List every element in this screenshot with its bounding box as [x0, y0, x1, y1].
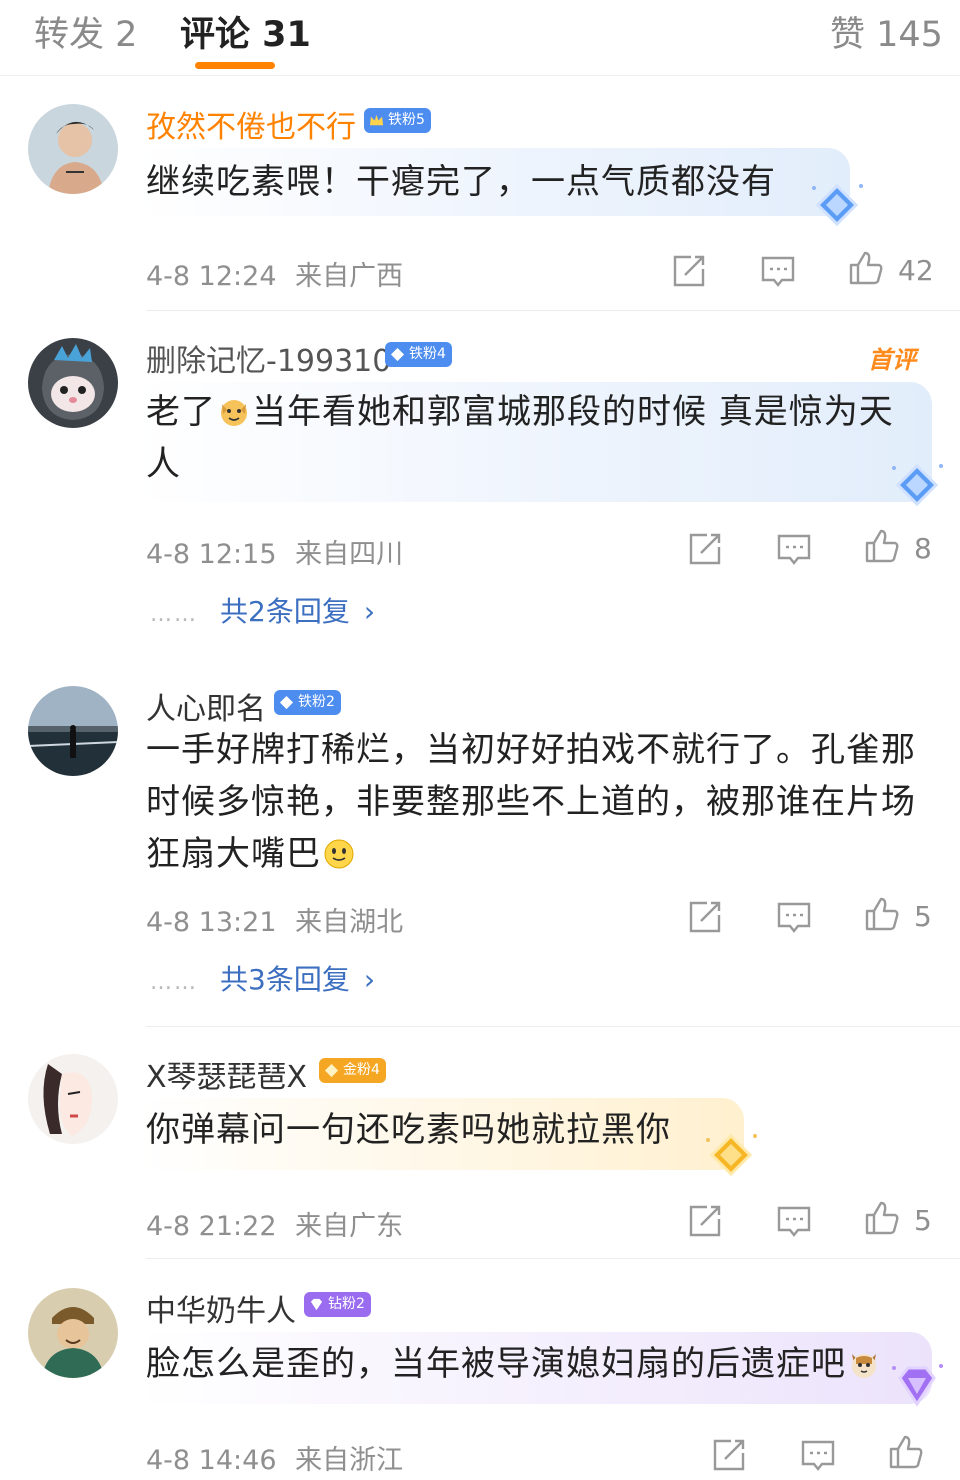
- avatar[interactable]: [28, 338, 118, 428]
- comment-meta: 4-8 12:15 来自四川: [146, 532, 403, 571]
- comment-meta: 4-8 21:22 来自广东: [146, 1204, 403, 1243]
- comment-time: 4-8 12:24: [146, 261, 277, 292]
- comment-icon[interactable]: [800, 1437, 836, 1473]
- fan-badge: 钻粉2: [304, 1292, 371, 1317]
- like-icon[interactable]: [848, 250, 884, 286]
- comment-icon[interactable]: [760, 253, 796, 289]
- avatar[interactable]: [28, 1288, 118, 1378]
- comment-icon[interactable]: [776, 531, 812, 567]
- comment-icon[interactable]: [776, 899, 812, 935]
- tab-comments[interactable]: 评论 31: [180, 6, 311, 57]
- fan-badge: 铁粉5: [364, 108, 431, 133]
- cat-emoji-icon: [848, 1348, 880, 1380]
- username[interactable]: X琴瑟琵琶X: [146, 1052, 307, 1096]
- view-replies-link[interactable]: …… 共2条回复 ›: [150, 590, 375, 630]
- username[interactable]: 孜然不倦也不行: [146, 102, 356, 146]
- tab-repost[interactable]: 转发 2: [34, 6, 137, 57]
- comment-text: 你弹幕问一句还吃素吗她就拉黑你: [146, 1110, 671, 1150]
- diamond-icon: [390, 347, 405, 362]
- dog-emoji-icon: [218, 396, 250, 428]
- like-count: 42: [898, 254, 934, 287]
- comment-time: 4-8 12:15: [146, 539, 277, 570]
- comment-text: 脸怎么是歪的，当年被导演媳妇扇的后遗症吧: [146, 1338, 926, 1390]
- share-icon[interactable]: [687, 899, 723, 935]
- comment-location: 来自广东: [295, 1211, 404, 1242]
- comment-text: 继续吃素喂！干瘪完了，一点气质都没有: [146, 162, 776, 202]
- divider: [146, 1026, 960, 1027]
- like-icon[interactable]: [888, 1434, 924, 1470]
- active-tab-indicator: [195, 62, 275, 69]
- username[interactable]: 删除记忆-199310: [146, 336, 391, 380]
- comment-location: 来自浙江: [295, 1445, 404, 1476]
- comment-time: 4-8 13:21: [146, 907, 277, 938]
- share-icon[interactable]: [671, 253, 707, 289]
- first-comment-tag: 首评: [868, 346, 916, 374]
- comment-text: 一手好牌打稀烂，当初好好拍戏不就行了。孔雀那 时候多惊艳，非要整那些不上道的，被…: [146, 730, 916, 874]
- purple-gem-icon: [886, 1360, 948, 1410]
- share-icon[interactable]: [711, 1437, 747, 1473]
- like-count: 5: [914, 1204, 932, 1237]
- comment-tabs: 转发 2 评论 31 赞 145: [0, 0, 960, 76]
- comment-time: 4-8 14:46: [146, 1445, 277, 1476]
- divider: [146, 310, 960, 311]
- diamond-icon: [279, 695, 294, 710]
- comment-meta: 4-8 14:46 来自浙江: [146, 1438, 403, 1477]
- chevron-right-icon: ›: [363, 595, 376, 628]
- crown-icon: [369, 114, 384, 126]
- diamond-gem-icon: [806, 180, 868, 230]
- comment-meta: 4-8 12:24 来自广西: [146, 254, 403, 293]
- comment-time: 4-8 21:22: [146, 1211, 277, 1242]
- share-icon[interactable]: [687, 531, 723, 567]
- like-count: 5: [914, 900, 932, 933]
- divider: [146, 1258, 960, 1259]
- diamond-gem-icon: [886, 460, 948, 510]
- like-icon[interactable]: [864, 896, 900, 932]
- like-icon[interactable]: [864, 1200, 900, 1236]
- fan-badge: 铁粉2: [274, 690, 341, 715]
- gold-gem-icon: [700, 1130, 762, 1180]
- username[interactable]: 中华奶牛人: [146, 1286, 296, 1330]
- gold-gem-icon: [324, 1063, 339, 1078]
- comment-location: 来自湖北: [295, 907, 404, 938]
- drill-gem-icon: [310, 1298, 323, 1311]
- comment-meta: 4-8 13:21 来自湖北: [146, 900, 403, 939]
- like-icon[interactable]: [864, 528, 900, 564]
- comment-text: 老了 当年看她和郭富城那段的时候 真是惊为天 人: [146, 392, 894, 484]
- comment-icon[interactable]: [776, 1203, 812, 1239]
- comment-location: 来自四川: [295, 539, 404, 570]
- view-replies-link[interactable]: …… 共3条回复 ›: [150, 958, 375, 998]
- tab-likes[interactable]: 赞 145: [830, 6, 943, 57]
- comment-location: 来自广西: [295, 261, 404, 292]
- avatar[interactable]: [28, 1054, 118, 1144]
- fan-badge: 金粉4: [319, 1058, 386, 1083]
- username[interactable]: 人心即名: [146, 684, 266, 728]
- share-icon[interactable]: [687, 1203, 723, 1239]
- avatar[interactable]: [28, 686, 118, 776]
- like-count: 8: [914, 532, 932, 565]
- smile-emoji-icon: [323, 838, 355, 870]
- fan-badge: 铁粉4: [385, 342, 452, 367]
- avatar[interactable]: [28, 104, 118, 194]
- chevron-right-icon: ›: [363, 963, 376, 996]
